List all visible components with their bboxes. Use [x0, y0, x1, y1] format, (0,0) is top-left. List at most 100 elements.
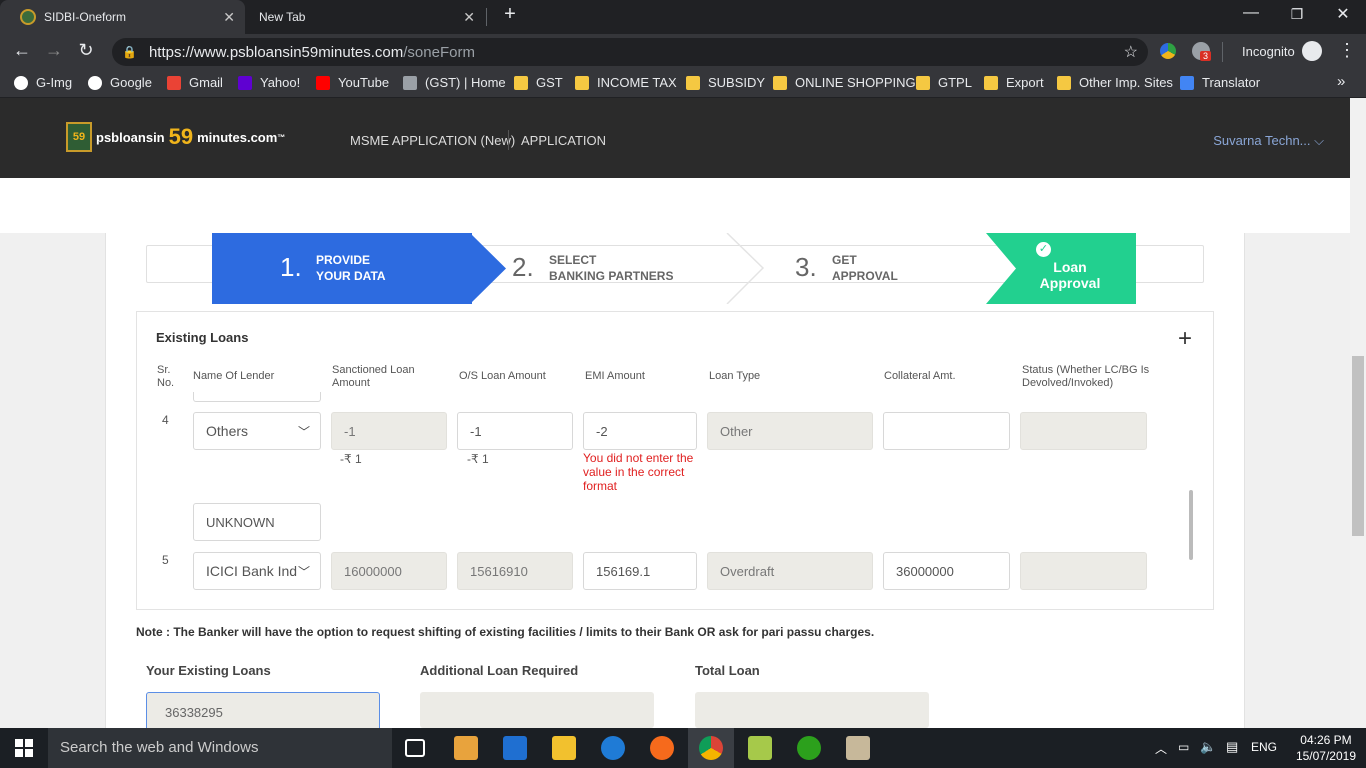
lender-select[interactable]: Others ﹀: [193, 412, 321, 450]
page-scrollbar[interactable]: [1350, 98, 1366, 728]
status-field[interactable]: [1020, 552, 1147, 590]
page-scrollbar-thumb[interactable]: [1352, 356, 1364, 536]
minimize-icon[interactable]: —: [1236, 4, 1266, 22]
emi-amount-field[interactable]: 156169.1: [583, 552, 697, 590]
tab-new-tab[interactable]: New Tab ✕: [245, 0, 485, 34]
step-number: 2.: [512, 252, 534, 282]
extension-icon[interactable]: [1160, 43, 1176, 59]
existing-loans-total-field[interactable]: 36338295: [146, 692, 380, 732]
bookmark-google[interactable]: Google: [88, 75, 152, 90]
close-tab-icon[interactable]: ✕: [463, 9, 475, 26]
bookmark-folder-export[interactable]: Export: [984, 75, 1044, 90]
clock-time: 04:26 PM: [1300, 733, 1352, 747]
status-field[interactable]: [1020, 412, 1147, 450]
reload-icon[interactable]: ↻: [74, 40, 98, 61]
step-label-line2: Approval: [1039, 275, 1101, 291]
checkmark-icon: ✓: [1036, 242, 1051, 257]
sanctioned-amount-field[interactable]: -1: [331, 412, 447, 450]
total-loan-field[interactable]: [695, 692, 929, 728]
network-icon[interactable]: ▭: [1178, 740, 1189, 754]
add-loan-plus-icon[interactable]: +: [1178, 325, 1192, 353]
menu-kebab-icon[interactable]: ⋮: [1338, 40, 1356, 61]
bookmark-folder-subsidy[interactable]: SUBSIDY: [686, 75, 765, 90]
extension-shield-icon[interactable]: 3: [1192, 42, 1212, 61]
tab-title: SIDBI-Oneform: [44, 10, 127, 24]
new-tab-plus-icon[interactable]: +: [495, 3, 525, 26]
notes-app-icon[interactable]: [748, 736, 772, 760]
step-label-line1: GET: [832, 253, 857, 267]
loan-type-field[interactable]: Other: [707, 412, 873, 450]
media-player-icon[interactable]: [454, 736, 478, 760]
firefox-icon[interactable]: [650, 736, 674, 760]
bookmark-folder-online-shopping[interactable]: ONLINE SHOPPING: [773, 75, 916, 90]
user-menu[interactable]: Suvarna Techn... ⌵: [1213, 133, 1324, 149]
bookmark-folder-income-tax[interactable]: INCOME TAX: [575, 75, 677, 90]
lender-select[interactable]: ICICI Bank Ind ﹀: [193, 552, 321, 590]
file-explorer-icon[interactable]: [552, 736, 576, 760]
bookmark-gst-home[interactable]: (GST) | Home: [403, 75, 506, 90]
browser-toolbar: ← → ↻ 🔒 https://www.psbloansin59minutes.…: [0, 34, 1366, 70]
os-amount-field[interactable]: -1: [457, 412, 573, 450]
bookmark-g-img[interactable]: G-Img: [14, 75, 72, 90]
incognito-icon[interactable]: [1302, 41, 1322, 61]
bookmark-folder-other-imp-sites[interactable]: Other Imp. Sites: [1057, 75, 1173, 90]
windows-start-icon[interactable]: [0, 728, 48, 768]
paint-icon[interactable]: [846, 736, 870, 760]
clock[interactable]: 04:26 PM 15/07/2019: [1296, 732, 1356, 764]
tab-sidbi-oneform[interactable]: SIDBI-Oneform ✕: [0, 0, 245, 34]
site-logo[interactable]: 59 psbloansin 59 minutes.com ™: [66, 122, 285, 152]
back-arrow-icon[interactable]: ←: [10, 40, 34, 61]
notifications-icon[interactable]: ▤: [1226, 739, 1238, 755]
nav-application[interactable]: APPLICATION: [521, 133, 606, 148]
language-indicator[interactable]: ENG: [1251, 740, 1277, 754]
address-bar[interactable]: 🔒 https://www.psbloansin59minutes.com/so…: [112, 38, 1148, 66]
collateral-amount-field[interactable]: [883, 412, 1010, 450]
chrome-icon[interactable]: [699, 736, 723, 760]
bookmark-translator[interactable]: Translator: [1180, 75, 1260, 90]
step-number: 1.: [280, 252, 302, 282]
other-lender-name-field[interactable]: UNKNOWN: [193, 503, 321, 541]
collateral-amount-field[interactable]: 36000000: [883, 552, 1010, 590]
restore-icon[interactable]: ❐: [1282, 6, 1312, 23]
windows-taskbar: Search the web and Windows ︿ ▭ 🔈 ▤ ENG 0…: [0, 728, 1366, 768]
column-header-sanctioned: Sanctioned Loan Amount: [332, 364, 415, 389]
total-loan-label: Total Loan: [695, 663, 760, 678]
volume-icon[interactable]: 🔈: [1200, 739, 1216, 755]
taskbar-search-input[interactable]: Search the web and Windows: [48, 728, 392, 768]
logo-text-post: minutes.com: [197, 129, 278, 145]
forward-arrow-icon[interactable]: →: [42, 40, 66, 61]
bookmark-gmail[interactable]: Gmail: [167, 75, 223, 90]
folder-icon: [514, 75, 528, 90]
loan-type-field[interactable]: Overdraft: [707, 552, 873, 590]
bookmark-star-icon[interactable]: ☆: [1124, 42, 1138, 62]
additional-loan-field[interactable]: [420, 692, 654, 728]
sanctioned-amount-field[interactable]: 16000000: [331, 552, 447, 590]
quickbooks-icon[interactable]: [797, 736, 821, 760]
close-window-icon[interactable]: ✕: [1328, 4, 1358, 24]
bookmark-label: (GST) | Home: [425, 75, 506, 90]
emi-amount-field[interactable]: -2: [583, 412, 697, 450]
tray-chevron-up-icon[interactable]: ︿: [1155, 740, 1167, 757]
nav-msme-application[interactable]: MSME APPLICATION (New): [350, 133, 515, 148]
bookmark-label: Yahoo!: [260, 75, 301, 90]
edge-icon[interactable]: [601, 736, 625, 760]
bookmarks-overflow-icon[interactable]: »: [1337, 73, 1345, 90]
panel-scrollbar[interactable]: [1189, 490, 1193, 560]
step-label-line1: SELECT: [549, 253, 597, 267]
site-header: 59 psbloansin 59 minutes.com ™ MSME APPL…: [0, 98, 1366, 178]
sanctioned-amount-formatted: -₹ 1: [340, 452, 362, 466]
lender-select-value: Others: [206, 423, 249, 439]
url-path: /soneForm: [403, 43, 475, 61]
tab-title: New Tab: [259, 10, 306, 24]
bookmark-yahoo[interactable]: Yahoo!: [238, 75, 300, 90]
bookmark-youtube[interactable]: YouTube: [316, 75, 389, 90]
folder-icon: [1057, 75, 1071, 90]
task-view-icon[interactable]: [405, 739, 425, 757]
bookmark-folder-gtpl[interactable]: GTPL: [916, 75, 972, 90]
gmail-icon: [167, 75, 181, 90]
close-tab-icon[interactable]: ✕: [223, 9, 235, 26]
os-amount-field[interactable]: 15616910: [457, 552, 573, 590]
bookmark-label: GST: [536, 75, 563, 90]
bookmark-folder-gst[interactable]: GST: [514, 75, 563, 90]
calculator-icon[interactable]: [503, 736, 527, 760]
